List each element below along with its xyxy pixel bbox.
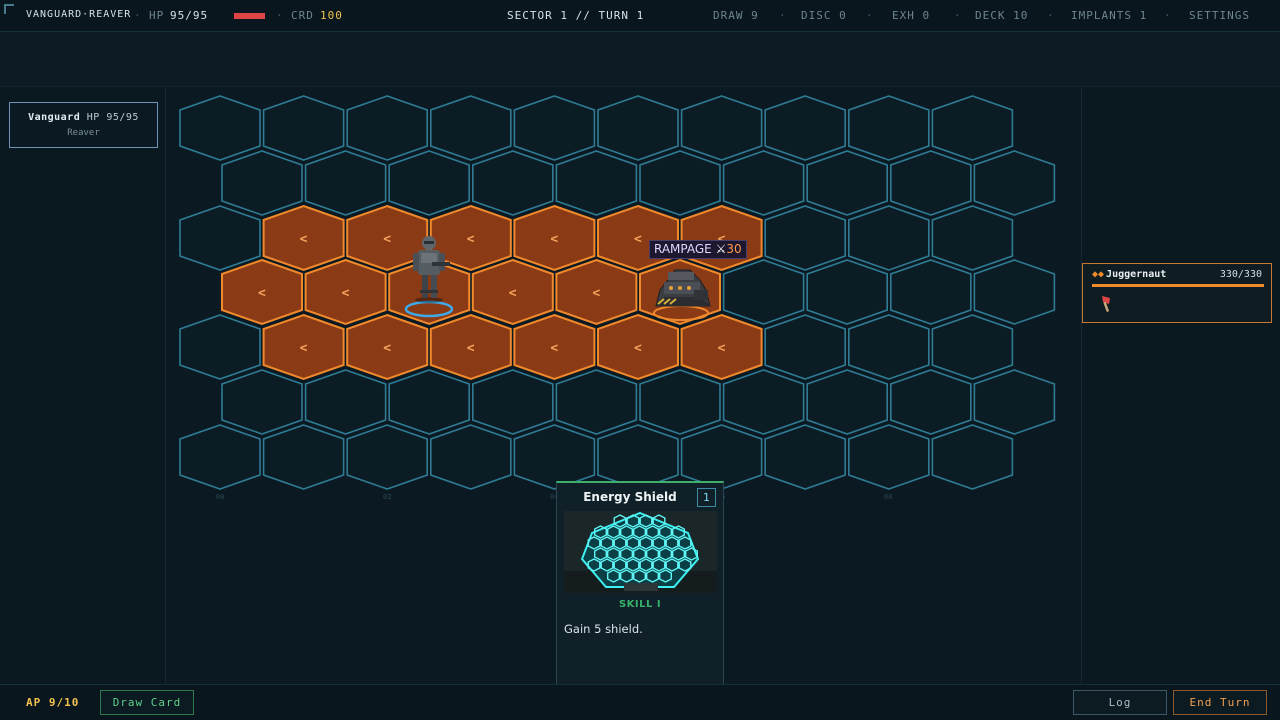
hex-tile[interactable] <box>973 259 1056 325</box>
hex-tile[interactable] <box>513 424 596 490</box>
hex-tile[interactable] <box>764 424 847 490</box>
hex-tile[interactable] <box>889 150 972 216</box>
hand-card-energy-shield[interactable]: Energy Shield 1 SKILL I Gain 5 shield. <box>556 481 724 706</box>
hex-tile[interactable] <box>931 424 1014 490</box>
hex-tile[interactable] <box>597 95 679 161</box>
threat-arrow-icon: < <box>467 341 475 356</box>
hex-tile[interactable] <box>262 95 345 161</box>
hex-tile[interactable] <box>764 95 847 161</box>
hex-tile[interactable] <box>304 369 387 435</box>
hex-tile[interactable] <box>847 95 930 161</box>
hex-tile[interactable] <box>513 95 596 161</box>
threat-arrow-icon: < <box>509 286 517 301</box>
player-class: Reaver <box>67 128 100 138</box>
threat-arrow-icon: < <box>550 341 558 356</box>
hex-tile[interactable] <box>639 150 721 216</box>
hex-tile[interactable] <box>889 369 972 435</box>
hex-tile[interactable] <box>388 369 471 435</box>
hex-tile[interactable] <box>931 314 1014 380</box>
threat-arrow-icon: < <box>300 341 308 356</box>
card-art-shield-icon <box>564 511 717 593</box>
axe-icon <box>1102 296 1110 313</box>
threat-arrow-icon: < <box>718 341 726 356</box>
hex-tile[interactable] <box>304 150 387 216</box>
enemy-intent-badge: RAMPAGE ⚔30 <box>649 240 747 259</box>
enemy-hp-bar <box>1092 284 1264 287</box>
threat-arrow-icon: < <box>383 232 391 247</box>
threat-arrow-icon: < <box>342 286 350 301</box>
hex-tile[interactable] <box>555 369 638 435</box>
hex-tile[interactable] <box>471 369 554 435</box>
hex-tile[interactable] <box>429 95 512 161</box>
hex-tile[interactable] <box>931 205 1014 271</box>
elite-diamonds-icon: ◆◆ <box>1092 269 1105 280</box>
hex-tile[interactable] <box>806 150 889 216</box>
crossed-swords-icon: ⚔ <box>715 242 727 256</box>
hex-tile[interactable] <box>346 95 429 161</box>
hex-tile[interactable] <box>221 369 303 435</box>
hex-tile[interactable] <box>889 259 972 325</box>
hex-tile[interactable] <box>722 150 805 216</box>
hex-tile[interactable] <box>179 314 261 380</box>
threat-arrow-icon: < <box>258 286 266 301</box>
threat-arrow-icon: < <box>634 232 642 247</box>
hex-tile[interactable] <box>931 95 1014 161</box>
hex-tile[interactable] <box>346 424 429 490</box>
enemy-hp: 330/330 <box>1219 269 1262 280</box>
threat-arrow-icon: < <box>383 341 391 356</box>
hex-tile[interactable] <box>680 424 763 490</box>
threat-arrow-icon: < <box>592 286 600 301</box>
hex-tile[interactable] <box>847 314 930 380</box>
log-button[interactable]: Log <box>1073 690 1167 715</box>
threat-arrow-icon: < <box>467 232 475 247</box>
hex-tile[interactable] <box>262 424 345 490</box>
player-unit-card[interactable]: Vanguard HP 95/95 Reaver <box>9 102 158 148</box>
enemy-unit-card[interactable]: ◆◆ Juggernaut 330/330 <box>1082 263 1272 323</box>
hex-tile[interactable] <box>806 369 889 435</box>
card-title: Energy Shield <box>583 490 677 504</box>
card-type: SKILL I <box>618 599 662 610</box>
threat-arrow-icon: < <box>300 232 308 247</box>
threat-arrow-icon: < <box>634 341 642 356</box>
player-name: Vanguard <box>28 112 81 123</box>
hex-tile[interactable] <box>680 95 763 161</box>
player-hp: HP 95/95 <box>86 112 139 123</box>
intent-damage: 30 <box>726 242 742 256</box>
hex-tile[interactable] <box>973 150 1056 216</box>
hex-tile[interactable] <box>847 205 930 271</box>
hex-tile[interactable] <box>555 150 638 216</box>
hex-grid: <<<<<<<<<<<<<<<<0002040608 <box>179 95 1056 501</box>
end-turn-button[interactable]: End Turn <box>1173 690 1267 715</box>
hex-tile[interactable] <box>847 424 930 490</box>
hex-tile[interactable] <box>388 150 471 216</box>
card-description: Gain 5 shield. <box>564 622 643 636</box>
hex-tile[interactable] <box>179 205 261 271</box>
hex-tile[interactable] <box>764 205 847 271</box>
draw-card-button[interactable]: Draw Card <box>100 690 194 715</box>
enemy-name-line: ◆◆ Juggernaut <box>1092 269 1166 280</box>
column-index-label: 08 <box>884 493 892 501</box>
card-cost: 1 <box>697 488 716 507</box>
hex-tile[interactable] <box>179 95 261 161</box>
hex-tile[interactable] <box>221 150 303 216</box>
action-points: AP 9/10 <box>26 696 80 709</box>
hex-tile[interactable] <box>806 259 889 325</box>
hex-tile[interactable] <box>639 369 721 435</box>
hex-tile[interactable] <box>179 424 261 490</box>
hex-tile[interactable] <box>764 314 847 380</box>
hex-tile[interactable] <box>429 424 512 490</box>
hex-tile[interactable] <box>973 369 1056 435</box>
player-name-line: Vanguard HP 95/95 <box>10 112 157 123</box>
hex-tile[interactable] <box>722 369 805 435</box>
column-index-label: 00 <box>216 493 224 501</box>
enemy-name: Juggernaut <box>1106 269 1167 280</box>
hex-tile[interactable] <box>471 150 554 216</box>
intent-label: RAMPAGE <box>654 242 712 256</box>
threat-arrow-icon: < <box>550 232 558 247</box>
hex-tile[interactable] <box>597 424 679 490</box>
column-index-label: 02 <box>383 493 391 501</box>
hex-tile[interactable] <box>722 259 805 325</box>
